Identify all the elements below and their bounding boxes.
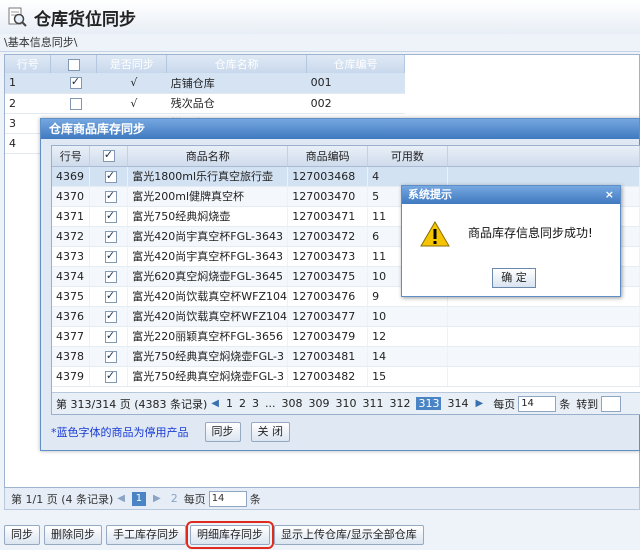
page-number-link[interactable]: 309 [308, 397, 329, 410]
product-pager: 第 313/314 页 (4383 条记录) ◀ 123 ... 308 309 3… [52, 392, 640, 414]
tab-basic-info-sync[interactable]: \基本信息同步\ [0, 34, 640, 52]
per-page-input[interactable]: 14 [518, 395, 557, 412]
page-number-link[interactable]: 308 [281, 397, 302, 410]
row-checkbox[interactable] [104, 209, 117, 223]
delete-sync-button[interactable]: 删除同步 [44, 525, 102, 545]
page-number-link[interactable]: 1 [226, 397, 233, 410]
row-checkbox[interactable] [104, 309, 117, 323]
page-number-link[interactable]: 313 [416, 397, 442, 410]
per-page-input[interactable]: 14 [208, 490, 247, 507]
warning-icon [420, 221, 450, 247]
page-title: 仓库货位同步 [34, 9, 136, 30]
column-header-product-code: 商品编码 [287, 146, 369, 167]
row-checkbox[interactable] [104, 329, 117, 343]
table-row[interactable]: 4378富光750经典真空焖烧壶FGL-312700348114 [52, 346, 640, 367]
record-count: (4383 条记录) [134, 397, 208, 411]
bottom-toolbar: 同步 删除同步 手工库存同步 明细库存同步 显示上传仓库/显示全部仓库 [0, 520, 640, 550]
detail-stock-sync-button[interactable]: 明细库存同步 [186, 521, 274, 549]
page-info: 313/314 页 [70, 397, 131, 411]
column-header-available-qty: 可用数 [367, 146, 448, 167]
row-checkbox[interactable] [69, 75, 82, 90]
row-checkbox[interactable] [104, 349, 117, 363]
dialog-title: 仓库商品库存同步 [41, 119, 639, 139]
page-number-link[interactable]: 3 [252, 397, 259, 410]
dialog-close-button[interactable]: 关 闭 [250, 422, 290, 442]
app-header: 仓库货位同步 [0, 0, 640, 34]
page-number-link[interactable]: 2 [239, 397, 246, 410]
column-header-synced: 是否同步 [96, 55, 168, 73]
manual-stock-sync-button[interactable]: 手工库存同步 [106, 525, 186, 545]
table-row[interactable]: 4377富光220丽颖真空杯FGL-365612700347912 [52, 326, 640, 347]
prev-page-icon[interactable]: ◀ [211, 398, 219, 409]
page-number-link[interactable]: 310 [335, 397, 356, 410]
record-count: (4 条记录) [61, 492, 114, 506]
goto-page-input[interactable] [601, 395, 622, 412]
column-header-product-name: 商品名称 [127, 146, 289, 167]
alert-message: 商品库存信息同步成功! [468, 226, 593, 240]
row-checkbox[interactable] [69, 97, 82, 110]
column-header-select-all[interactable] [50, 55, 98, 73]
column-header-warehouse-name: 仓库名称 [166, 55, 308, 73]
page-number-link[interactable]: 311 [362, 397, 383, 410]
row-checkbox[interactable] [104, 249, 117, 263]
page-number-link[interactable]: 314 [447, 397, 468, 410]
system-alert-dialog: 系统提示 × 商品库存信息同步成功! 确 定 [401, 185, 621, 297]
page-number-link[interactable]: 312 [389, 397, 410, 410]
alert-ok-button[interactable]: 确 定 [492, 268, 536, 288]
table-row[interactable]: 4369富光1800ml乐行真空旅行壶1270034684 [52, 166, 640, 187]
column-header-warehouse-code: 仓库编号 [306, 55, 405, 73]
row-checkbox[interactable] [104, 269, 117, 283]
table-row[interactable]: 4379富光750经典真空焖烧壶FGL-312700348215 [52, 366, 640, 387]
alert-title: 系统提示 × [402, 186, 620, 204]
row-checkbox[interactable] [104, 169, 117, 183]
prev-page-icon[interactable]: ◀ [117, 493, 125, 504]
dialog-sync-button[interactable]: 同步 [204, 422, 241, 442]
page-info: 1/1 页 [25, 492, 58, 506]
table-row[interactable]: 1 √ 店铺仓库 001 [5, 73, 405, 94]
toggle-warehouse-display-button[interactable]: 显示上传仓库/显示全部仓库 [274, 525, 424, 545]
warehouse-pager: 第 1/1 页 (4 条记录) ◀ 1 ▶ 2 每页 14 条 [4, 488, 640, 510]
row-checkbox[interactable] [104, 229, 117, 243]
row-checkbox[interactable] [104, 369, 117, 383]
dialog-footer: *蓝色字体的商品为停用产品 同步 关 闭 [51, 419, 631, 445]
row-checkbox[interactable] [104, 189, 117, 203]
next-page-icon[interactable]: ▶ [153, 493, 161, 504]
column-header-row-no: 行号 [5, 55, 52, 73]
close-icon[interactable]: × [605, 186, 614, 204]
column-header-row-no: 行号 [52, 146, 91, 167]
next-page-number[interactable]: 2 [171, 492, 178, 505]
table-row[interactable]: 2 √ 残次品仓 002 [5, 93, 405, 114]
table-row[interactable]: 4376富光420尚饮载真空杯WFZ10412700347710 [52, 306, 640, 327]
select-all-checkbox[interactable] [67, 58, 80, 71]
column-header-select-all[interactable] [89, 146, 129, 167]
select-all-checkbox[interactable] [102, 148, 115, 163]
search-document-icon [8, 7, 27, 27]
next-page-icon[interactable]: ▶ [475, 398, 483, 409]
row-checkbox[interactable] [104, 289, 117, 303]
inactive-product-note: *蓝色字体的商品为停用产品 [51, 426, 189, 439]
sync-button[interactable]: 同步 [4, 525, 40, 545]
current-page-button[interactable]: 1 [131, 491, 146, 506]
